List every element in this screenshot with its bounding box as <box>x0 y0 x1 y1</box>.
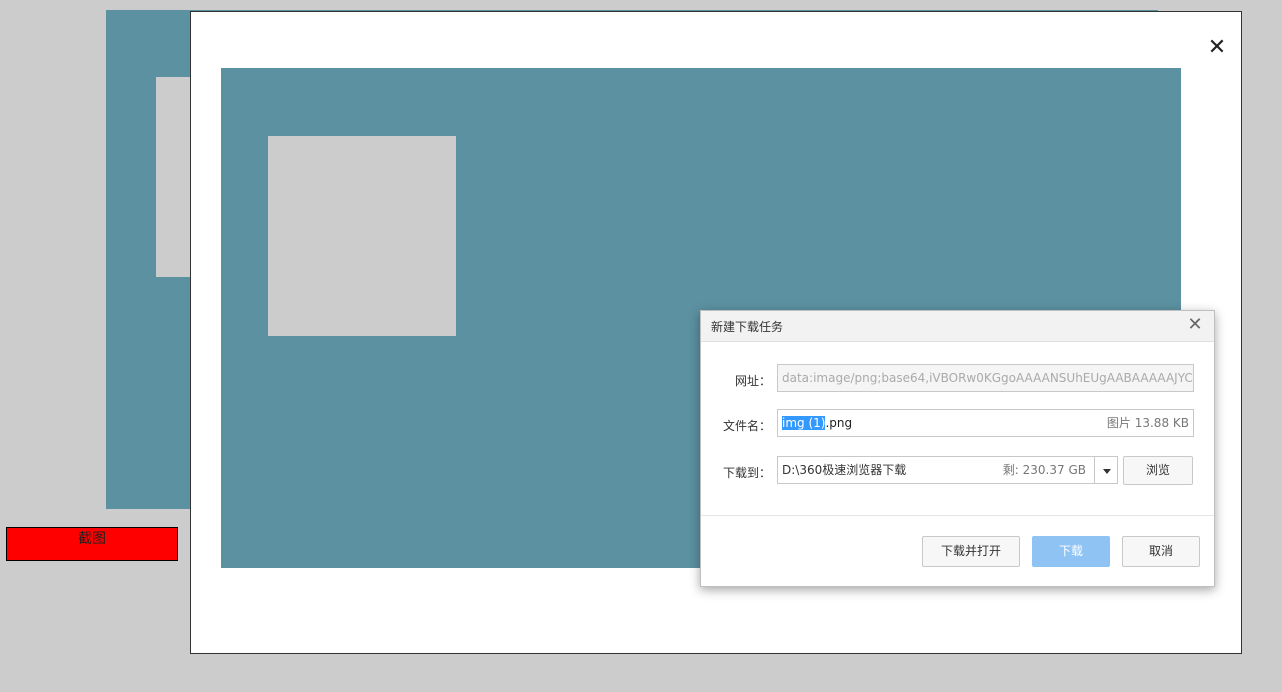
dialog-close-icon[interactable]: ✕ <box>1186 315 1204 335</box>
download-dialog: 新建下载任务 ✕ 网址： data:image/png;base64,iVBOR… <box>700 310 1215 587</box>
dialog-title: 新建下载任务 <box>711 320 784 334</box>
dialog-titlebar: 新建下载任务 ✕ <box>701 311 1214 342</box>
filename-input[interactable]: img (1).png 图片 13.88 KB <box>777 409 1194 437</box>
preview-image-square <box>268 136 456 336</box>
save-path-field[interactable]: D:\360极速浏览器下载 剩: 230.37 GB <box>777 456 1095 484</box>
path-dropdown-button[interactable] <box>1094 456 1118 484</box>
url-value: data:image/png;base64,iVBORw0KGgoAAAANSU… <box>782 371 1194 385</box>
download-and-open-button[interactable]: 下载并打开 <box>922 536 1020 567</box>
download-button[interactable]: 下载 <box>1032 536 1110 567</box>
cancel-button[interactable]: 取消 <box>1122 536 1200 567</box>
url-label: 网址： <box>734 374 771 388</box>
url-field[interactable]: data:image/png;base64,iVBORw0KGgoAAAANSU… <box>777 364 1194 392</box>
screenshot-button[interactable]: 截图 <box>6 527 178 561</box>
save-path: D:\360极速浏览器下载 <box>782 463 907 477</box>
file-info: 图片 13.88 KB <box>1106 416 1189 430</box>
save-to-label: 下载到： <box>722 466 771 480</box>
dialog-divider <box>701 515 1214 516</box>
filename-extension: .png <box>825 416 853 430</box>
filename-label: 文件名： <box>722 419 771 433</box>
browse-button[interactable]: 浏览 <box>1123 456 1193 485</box>
free-space: 剩: 230.37 GB <box>1002 463 1086 477</box>
chevron-down-icon <box>1103 469 1111 474</box>
preview-close-icon[interactable]: ✕ <box>1207 36 1227 60</box>
filename-selected-text: img (1) <box>782 416 826 430</box>
